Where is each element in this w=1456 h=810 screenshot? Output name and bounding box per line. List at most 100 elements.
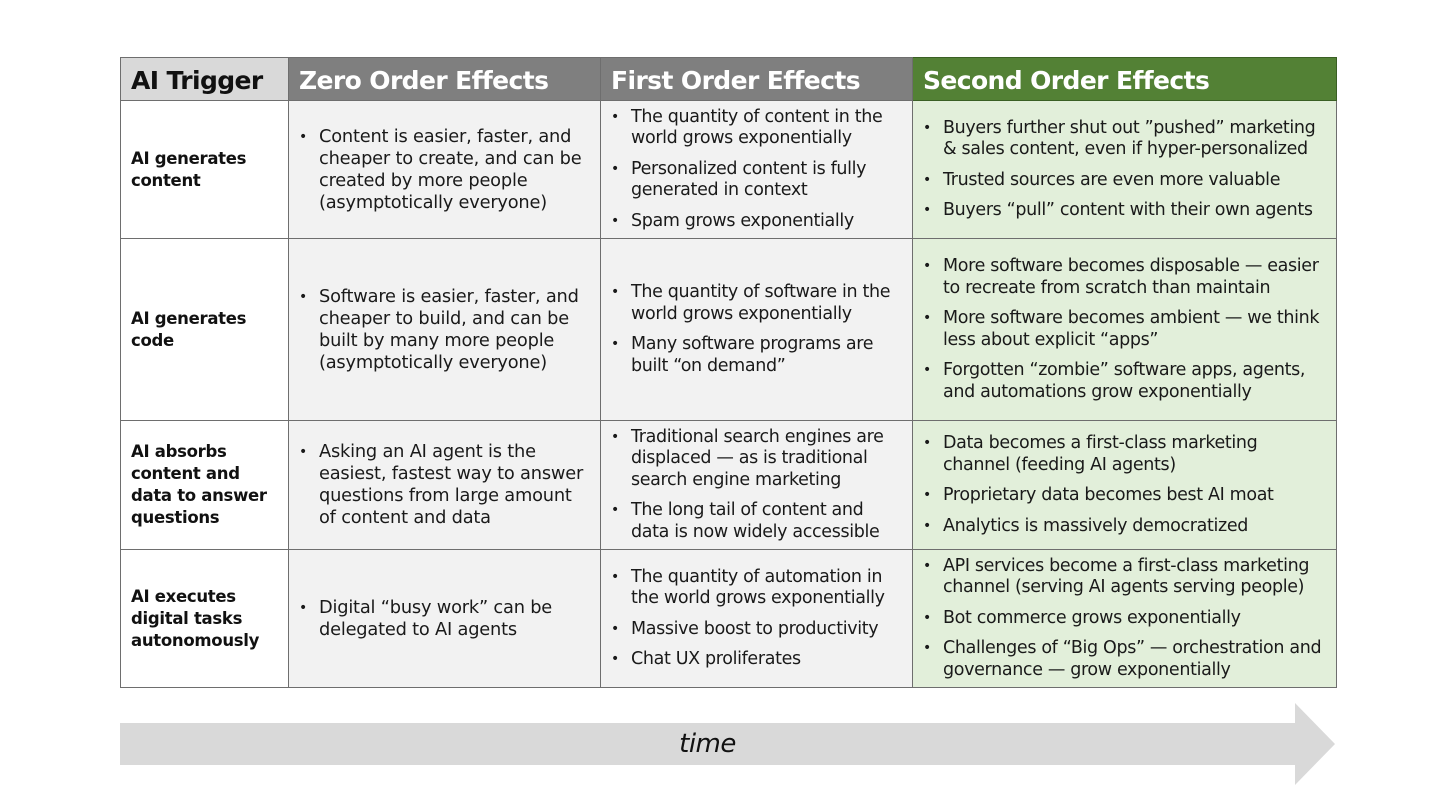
bullet-item: • Bot commerce grows exponentially xyxy=(923,608,1328,630)
bullet-text: More software becomes ambient — we think… xyxy=(943,308,1320,350)
table-row: AI generates content • Content is easier, … xyxy=(120,100,1337,239)
bullet-text: Data becomes a first-class marketing cha… xyxy=(943,433,1258,475)
bullet-text: The quantity of software in the world gr… xyxy=(631,282,891,324)
bullet-text: Chat UX proliferates xyxy=(631,649,801,669)
bullet-icon: • xyxy=(611,284,619,300)
bullet-item: • Chat UX proliferates xyxy=(611,649,904,671)
header-row: AI Trigger Zero Order Effects First Orde… xyxy=(120,57,1337,101)
bullet-text: Digital “busy work” can be delegated to … xyxy=(319,596,553,640)
second-order-effects-cell: • Data becomes a first-class marketing ch… xyxy=(912,420,1337,550)
bullet-item: • More software becomes ambient — we thin… xyxy=(923,308,1328,351)
effects-table: AI Trigger Zero Order Effects First Orde… xyxy=(120,57,1337,688)
first-order-effects-cell: • Traditional search engines are displace… xyxy=(600,420,913,550)
header-ai-trigger: AI Trigger xyxy=(120,57,289,101)
bullet-text: Buyers “pull” content with their own age… xyxy=(943,200,1313,220)
table-body: AI generates content • Content is easier, … xyxy=(120,100,1337,688)
bullet-list: • Traditional search engines are displace… xyxy=(601,427,912,544)
bullet-list: • API services become a first-class marke… xyxy=(913,556,1336,682)
bullet-item: • Analytics is massively democratized xyxy=(923,516,1328,538)
bullet-icon: • xyxy=(611,108,619,125)
header-second-order-effects: Second Order Effects xyxy=(912,57,1337,101)
bullet-icon: • xyxy=(923,202,931,218)
bullet-icon: • xyxy=(611,336,619,352)
bullet-icon: • xyxy=(611,651,619,667)
bullet-item: • API services become a first-class marke… xyxy=(923,556,1328,599)
bullet-item: • Many software programs are built “on de… xyxy=(611,334,904,377)
bullet-icon: • xyxy=(923,171,931,188)
trigger-cell: AI executes digital tasks autonomously xyxy=(120,549,289,688)
bullet-icon: • xyxy=(923,362,931,378)
header-first-order-effects: First Order Effects xyxy=(600,57,913,101)
bullet-icon: • xyxy=(923,119,931,136)
bullet-icon: • xyxy=(611,428,619,445)
bullet-item: • More software becomes disposable — easi… xyxy=(923,256,1328,299)
bullet-item: • The quantity of content in the world gr… xyxy=(611,107,904,150)
bullet-icon: • xyxy=(923,640,931,657)
bullet-list: • The quantity of content in the world gr… xyxy=(601,107,912,233)
bullet-icon: • xyxy=(611,160,619,177)
bullet-item: • The quantity of automation in the world… xyxy=(611,567,904,610)
bullet-text: Personalized content is fully generated … xyxy=(631,158,867,201)
bullet-icon: • xyxy=(299,599,308,616)
trigger-cell: AI generates code xyxy=(120,238,289,421)
bullet-item: • Forgotten “zombie” software apps, agent… xyxy=(923,360,1328,403)
zero-order-effects-cell: • Digital “busy work” can be delegated to… xyxy=(288,549,601,688)
bullet-icon: • xyxy=(611,502,619,519)
bullet-text: Traditional search engines are displaced… xyxy=(631,426,884,490)
bullet-item: • Massive boost to productivity xyxy=(611,619,904,641)
bullet-text: Many software programs are built “on dem… xyxy=(631,334,874,376)
bullet-icon: • xyxy=(923,517,931,534)
bullet-icon: • xyxy=(923,310,931,326)
bullet-list: • Asking an AI agent is the easiest, fast… xyxy=(289,441,600,529)
table-row: AI executes digital tasks autonomously • D… xyxy=(120,549,1337,688)
bullet-icon: • xyxy=(923,487,931,503)
bullet-item: • Buyers further shut out ”pushed” market… xyxy=(923,118,1328,161)
bullet-item: • Digital “busy work” can be delegated to… xyxy=(299,597,592,641)
bullet-list: • Content is easier, faster, and cheaper … xyxy=(289,126,600,214)
time-label: time xyxy=(679,729,736,759)
bullet-list: • More software becomes disposable — easi… xyxy=(913,256,1336,403)
bullet-icon: • xyxy=(299,288,308,305)
bullet-text: Buyers further shut out ”pushed” marketi… xyxy=(943,117,1316,160)
bullet-item: • The quantity of software in the world g… xyxy=(611,282,904,325)
bullet-item: • Proprietary data becomes best AI moat xyxy=(923,485,1328,507)
first-order-effects-cell: • The quantity of content in the world gr… xyxy=(600,100,913,239)
trigger-cell: AI generates content xyxy=(120,100,289,239)
zero-order-effects-cell: • Software is easier, faster, and cheaper… xyxy=(288,238,601,421)
bullet-list: • Data becomes a first-class marketing ch… xyxy=(913,433,1336,537)
bullet-text: Forgotten “zombie” software apps, agents… xyxy=(943,360,1306,402)
bullet-text: The quantity of content in the world gro… xyxy=(631,106,883,149)
zero-order-effects-cell: • Content is easier, faster, and cheaper … xyxy=(288,100,601,239)
zero-order-effects-cell: • Asking an AI agent is the easiest, fast… xyxy=(288,420,601,550)
table-row: AI generates code • Software is easier, fa… xyxy=(120,238,1337,421)
bullet-item: • Software is easier, faster, and cheaper… xyxy=(299,286,592,374)
bullet-icon: • xyxy=(611,212,619,229)
bullet-icon: • xyxy=(923,609,931,626)
bullet-icon: • xyxy=(299,444,308,460)
header-zero-order-effects: Zero Order Effects xyxy=(288,57,601,101)
bullet-text: Massive boost to productivity xyxy=(631,618,879,639)
bullet-text: The long tail of content and data is now… xyxy=(631,500,880,542)
bullet-item: • Personalized content is fully generated… xyxy=(611,159,904,202)
first-order-effects-cell: • The quantity of software in the world g… xyxy=(600,238,913,421)
bullet-text: Asking an AI agent is the easiest, faste… xyxy=(319,441,584,528)
second-order-effects-cell: • API services become a first-class marke… xyxy=(912,549,1337,688)
bullet-text: Challenges of “Big Ops” — orchestration … xyxy=(943,638,1322,680)
bullet-item: • Spam grows exponentially xyxy=(611,211,904,233)
bullet-text: Software is easier, faster, and cheaper … xyxy=(319,285,579,373)
bullet-text: The quantity of automation in the world … xyxy=(631,566,885,609)
bullet-item: • Buyers “pull” content with their own ag… xyxy=(923,200,1328,222)
second-order-effects-cell: • More software becomes disposable — easi… xyxy=(912,238,1337,421)
bullet-text: Trusted sources are even more valuable xyxy=(943,169,1281,190)
bullet-text: API services become a first-class market… xyxy=(943,555,1310,598)
bullet-text: Content is easier, faster, and cheaper t… xyxy=(319,125,582,213)
bullet-icon: • xyxy=(923,557,931,574)
bullet-text: Bot commerce grows exponentially xyxy=(943,607,1241,628)
trigger-cell: AI absorbs content and data to answer qu… xyxy=(120,420,289,550)
bullet-list: • Digital “busy work” can be delegated to… xyxy=(289,597,600,641)
bullet-icon: • xyxy=(611,620,619,637)
bullet-item: • Trusted sources are even more valuable xyxy=(923,170,1328,192)
bullet-list: • Buyers further shut out ”pushed” market… xyxy=(913,118,1336,222)
bullet-text: Analytics is massively democratized xyxy=(943,515,1249,536)
bullet-icon: • xyxy=(923,435,931,451)
